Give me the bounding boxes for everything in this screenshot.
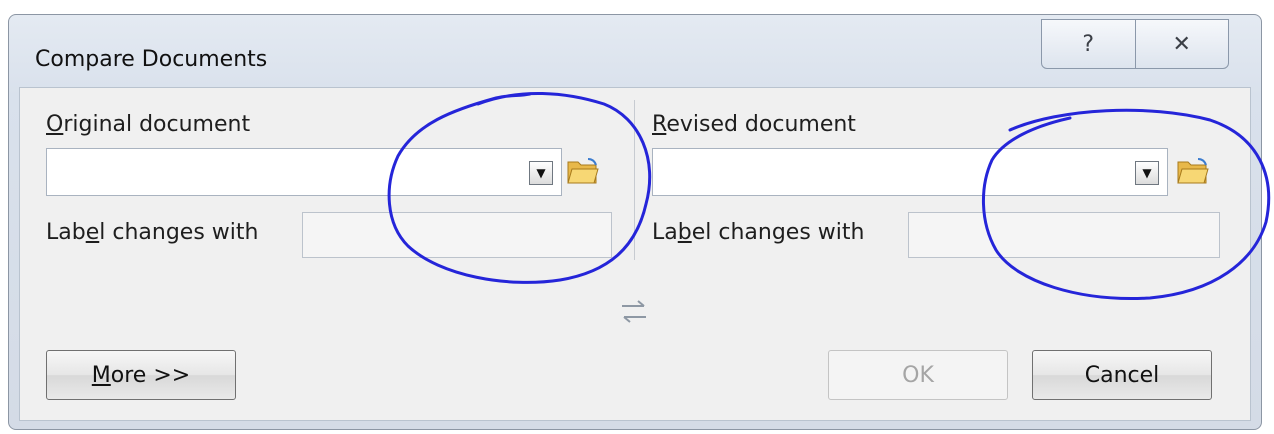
original-document-combo[interactable]: ▼: [46, 148, 562, 196]
revised-label-changes-label: Label changes with: [652, 220, 865, 245]
caption-buttons: ? ✕: [1041, 19, 1229, 69]
more-button[interactable]: More >>: [46, 350, 236, 400]
help-icon: ?: [1082, 31, 1095, 57]
revised-label-changes-input[interactable]: [908, 212, 1220, 258]
revised-document-combo[interactable]: ▼: [652, 148, 1168, 196]
original-document-label: Original document: [46, 112, 251, 137]
dialog-title: Compare Documents: [35, 47, 268, 72]
title-bar: Compare Documents ? ✕: [9, 15, 1261, 87]
original-label-changes-input[interactable]: [302, 212, 612, 258]
compare-documents-dialog: Compare Documents ? ✕ Original document …: [8, 14, 1262, 430]
original-label-changes-label: Label changes with: [46, 220, 259, 245]
close-button[interactable]: ✕: [1134, 20, 1229, 68]
dropdown-arrow-icon[interactable]: ▼: [1135, 161, 1159, 185]
help-button[interactable]: ?: [1042, 20, 1135, 68]
panel-divider: [634, 100, 635, 260]
open-folder-icon[interactable]: [566, 156, 600, 186]
cancel-button[interactable]: Cancel: [1032, 350, 1212, 400]
dialog-body: Original document ▼ Label changes with R…: [19, 87, 1251, 421]
close-icon: ✕: [1172, 31, 1191, 57]
more-button-label: More >>: [91, 362, 191, 388]
open-folder-icon[interactable]: [1176, 156, 1210, 186]
cancel-button-label: Cancel: [1084, 362, 1160, 388]
ok-button-label: OK: [902, 362, 934, 388]
dropdown-arrow-icon[interactable]: ▼: [529, 161, 553, 185]
swap-documents-icon[interactable]: [618, 296, 650, 326]
revised-document-label: Revised document: [652, 112, 856, 137]
ok-button[interactable]: OK: [828, 350, 1008, 400]
